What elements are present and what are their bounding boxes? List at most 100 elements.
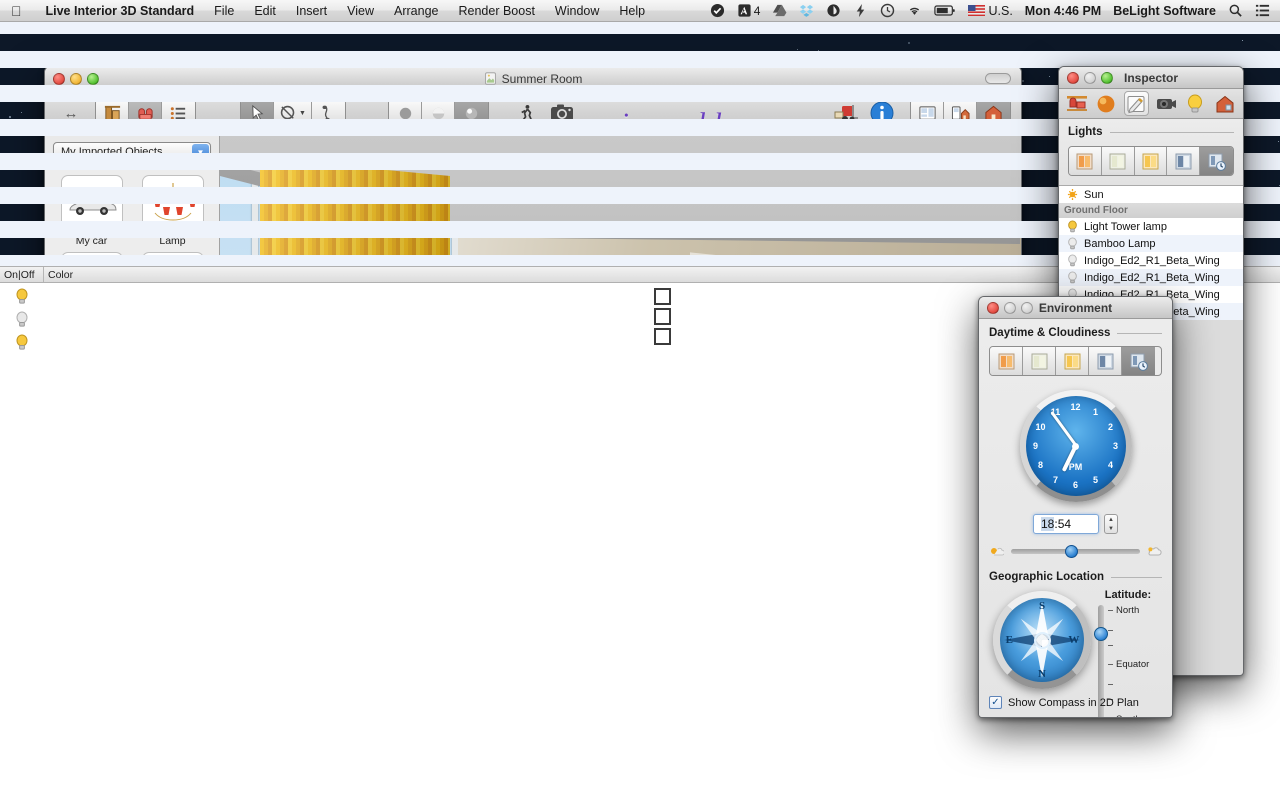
wifi-icon[interactable] bbox=[901, 3, 928, 18]
time-stepper[interactable]: ▲ ▼ bbox=[1104, 514, 1118, 534]
zoom-button[interactable] bbox=[1101, 72, 1113, 84]
column-header-onoff[interactable]: On|Off bbox=[0, 267, 44, 282]
battery-icon[interactable] bbox=[928, 4, 962, 17]
menu-item-help[interactable]: Help bbox=[609, 0, 655, 22]
dropbox-check-icon[interactable] bbox=[704, 3, 731, 18]
menu-item-render-boost[interactable]: Render Boost bbox=[448, 0, 544, 22]
droplet-icon[interactable] bbox=[820, 3, 847, 18]
menubar-user[interactable]: BeLight Software bbox=[1107, 0, 1222, 22]
daytime-preset-group[interactable] bbox=[989, 346, 1162, 376]
environment-titlebar[interactable]: Environment bbox=[979, 297, 1172, 319]
light-mode-3-button[interactable] bbox=[1135, 147, 1168, 175]
time-minutes[interactable]: 54 bbox=[1058, 517, 1071, 531]
zoom-button[interactable] bbox=[1021, 302, 1033, 314]
table-row[interactable] bbox=[0, 187, 82, 204]
light-mode-1-button[interactable] bbox=[1069, 147, 1102, 175]
light-mode-4-button[interactable] bbox=[1167, 147, 1200, 175]
light-mode-group[interactable] bbox=[1068, 146, 1234, 176]
preset-day-button[interactable] bbox=[1023, 347, 1056, 375]
menubar-clock[interactable]: Mon 4:46 PM bbox=[1019, 0, 1107, 22]
close-button[interactable] bbox=[1067, 72, 1079, 84]
table-row[interactable] bbox=[0, 170, 82, 187]
light-row-sun[interactable]: Sun bbox=[1059, 186, 1243, 203]
adobe-icon[interactable]: 4 bbox=[731, 0, 767, 22]
minimize-button[interactable] bbox=[1004, 302, 1016, 314]
table-row[interactable] bbox=[0, 51, 82, 68]
tab-light[interactable] bbox=[1183, 91, 1208, 116]
flash-icon[interactable] bbox=[847, 3, 874, 18]
menu-item-window[interactable]: Window bbox=[545, 0, 609, 22]
light-table-color-column[interactable] bbox=[44, 283, 82, 382]
menu-item-arrange[interactable]: Arrange bbox=[384, 0, 448, 22]
light-row-indigo-1[interactable]: Indigo_Ed2_R1_Beta_Wing bbox=[1059, 252, 1243, 269]
time-of-day-clock[interactable]: 12 1 2 3 4 5 6 7 8 9 10 11 PM bbox=[1020, 390, 1132, 502]
preset-sunrise-button[interactable] bbox=[990, 347, 1023, 375]
light-mode-2-button[interactable] bbox=[1102, 147, 1135, 175]
menu-item-view[interactable]: View bbox=[337, 0, 384, 22]
show-compass-checkbox[interactable]: ✓ bbox=[989, 696, 1002, 709]
menu-item-insert[interactable]: Insert bbox=[286, 0, 337, 22]
tab-material[interactable] bbox=[1094, 91, 1119, 116]
cloudiness-slider-track[interactable] bbox=[1011, 549, 1140, 554]
table-row[interactable] bbox=[0, 204, 82, 221]
inspector-window-controls[interactable] bbox=[1059, 72, 1113, 84]
menu-item-edit[interactable]: Edit bbox=[244, 0, 286, 22]
table-row[interactable] bbox=[0, 68, 82, 85]
tab-camera[interactable] bbox=[1153, 91, 1178, 116]
minimize-button[interactable] bbox=[1084, 72, 1096, 84]
compass-control[interactable]: S W N E bbox=[993, 591, 1091, 689]
bulb-off-icon[interactable] bbox=[1067, 271, 1078, 284]
light-mode-5-button[interactable] bbox=[1200, 147, 1233, 175]
tab-object[interactable] bbox=[1064, 91, 1089, 116]
cloudiness-slider-row[interactable] bbox=[989, 545, 1162, 558]
bulb-off-icon[interactable] bbox=[1067, 254, 1078, 267]
close-button[interactable] bbox=[987, 302, 999, 314]
bulb-on-icon[interactable] bbox=[15, 288, 29, 305]
table-row[interactable] bbox=[0, 85, 82, 102]
bulb-off-icon[interactable] bbox=[15, 311, 29, 328]
light-table-body[interactable] bbox=[0, 283, 82, 382]
time-input-row[interactable]: 18:54 ▲ ▼ bbox=[989, 514, 1162, 534]
table-row[interactable] bbox=[0, 119, 82, 136]
google-drive-icon[interactable] bbox=[766, 3, 793, 18]
notification-center-icon[interactable] bbox=[1249, 3, 1280, 18]
table-row[interactable] bbox=[0, 102, 82, 119]
bulb-on-icon[interactable] bbox=[15, 334, 29, 351]
light-properties-window[interactable]: On|Off Color bbox=[0, 0, 82, 382]
menu-item-app[interactable]: Live Interior 3D Standard bbox=[36, 0, 205, 22]
us-flag-icon[interactable]: U.S. bbox=[962, 0, 1018, 22]
preset-sunset-button[interactable] bbox=[1056, 347, 1089, 375]
light-row-light-tower-lamp[interactable]: Light Tower lamp bbox=[1059, 218, 1243, 235]
tab-edit[interactable] bbox=[1124, 91, 1149, 116]
stepper-down-icon[interactable]: ▼ bbox=[1108, 526, 1114, 532]
tab-building[interactable] bbox=[1213, 91, 1238, 116]
time-hours[interactable]: 18 bbox=[1041, 517, 1054, 531]
table-row[interactable] bbox=[0, 238, 82, 255]
cloudiness-slider-knob[interactable] bbox=[1065, 545, 1078, 558]
search-icon[interactable] bbox=[1222, 3, 1249, 18]
preset-night-button[interactable] bbox=[1089, 347, 1122, 375]
column-header-color[interactable]: Color bbox=[44, 267, 73, 282]
light-row-bamboo-lamp[interactable]: Bamboo Lamp bbox=[1059, 235, 1243, 252]
dropbox-icon[interactable] bbox=[793, 3, 820, 18]
bulb-on-icon[interactable] bbox=[1067, 220, 1078, 233]
table-row[interactable] bbox=[0, 136, 82, 153]
inspector-titlebar[interactable]: Inspector bbox=[1059, 67, 1243, 89]
environment-window[interactable]: Environment Daytime & Cloudiness 12 1 2 … bbox=[978, 296, 1173, 718]
light-row-indigo-2[interactable]: Indigo_Ed2_R1_Beta_Wing bbox=[1059, 269, 1243, 286]
light-group-ground-floor[interactable]: Ground Floor bbox=[1059, 203, 1243, 218]
environment-window-controls[interactable] bbox=[979, 302, 1033, 314]
latitude-slider-knob[interactable] bbox=[1094, 627, 1108, 641]
inspector-tab-bar[interactable] bbox=[1059, 89, 1243, 119]
system-menu-bar[interactable]:  Live Interior 3D Standard File Edit In… bbox=[0, 0, 1280, 22]
light-table-onoff-column[interactable] bbox=[0, 283, 44, 382]
table-row[interactable] bbox=[0, 221, 82, 238]
table-row[interactable] bbox=[0, 34, 82, 51]
preset-custom-button[interactable] bbox=[1122, 347, 1155, 375]
apple-menu-icon[interactable]:  bbox=[0, 4, 36, 18]
bulb-off-icon[interactable] bbox=[1067, 237, 1078, 250]
stepper-up-icon[interactable]: ▲ bbox=[1108, 517, 1114, 523]
timemachine-icon[interactable] bbox=[874, 3, 901, 18]
menu-item-file[interactable]: File bbox=[204, 0, 244, 22]
time-input[interactable]: 18:54 bbox=[1033, 514, 1099, 534]
